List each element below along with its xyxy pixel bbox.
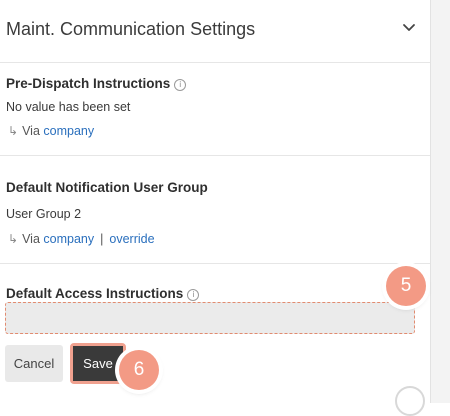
- pre-dispatch-via: ↳ Via company: [8, 124, 95, 138]
- notification-group-section: Default Notification User Group User Gro…: [0, 156, 430, 264]
- page-title: Maint. Communication Settings: [6, 19, 256, 39]
- save-button-highlight: Save: [70, 343, 126, 384]
- scroll-gutter[interactable]: [430, 0, 450, 403]
- step-badge-6: 6: [119, 350, 159, 390]
- chevron-down-icon[interactable]: [400, 18, 418, 36]
- cancel-button[interactable]: Cancel: [5, 345, 63, 382]
- info-icon[interactable]: i: [174, 79, 187, 91]
- pre-dispatch-section: Pre-Dispatch Instructions i No value has …: [0, 62, 430, 156]
- override-link[interactable]: override: [109, 232, 154, 246]
- via-arrow-icon: ↳: [8, 232, 19, 246]
- pre-dispatch-label: Pre-Dispatch Instructions i: [6, 76, 187, 91]
- company-link[interactable]: company: [43, 124, 94, 138]
- info-icon[interactable]: i: [187, 289, 200, 301]
- link-separator: |: [100, 232, 104, 246]
- notification-group-value: User Group 2: [6, 207, 82, 221]
- pre-dispatch-value: No value has been set: [6, 100, 131, 114]
- notification-group-label: Default Notification User Group: [6, 180, 208, 195]
- settings-panel: Maint. Communication Settings Pre-Dispat…: [0, 0, 430, 416]
- save-button[interactable]: Save: [73, 346, 123, 381]
- section-header[interactable]: Maint. Communication Settings: [0, 0, 430, 63]
- company-link[interactable]: company: [43, 232, 94, 246]
- step-badge-5: 5: [386, 266, 426, 306]
- via-arrow-icon: ↳: [8, 124, 19, 138]
- notification-group-via: ↳ Via company | override: [8, 232, 155, 246]
- access-instructions-label: Default Access Instructions i: [6, 286, 200, 301]
- next-step-badge: [395, 386, 425, 416]
- access-instructions-input[interactable]: [5, 302, 415, 334]
